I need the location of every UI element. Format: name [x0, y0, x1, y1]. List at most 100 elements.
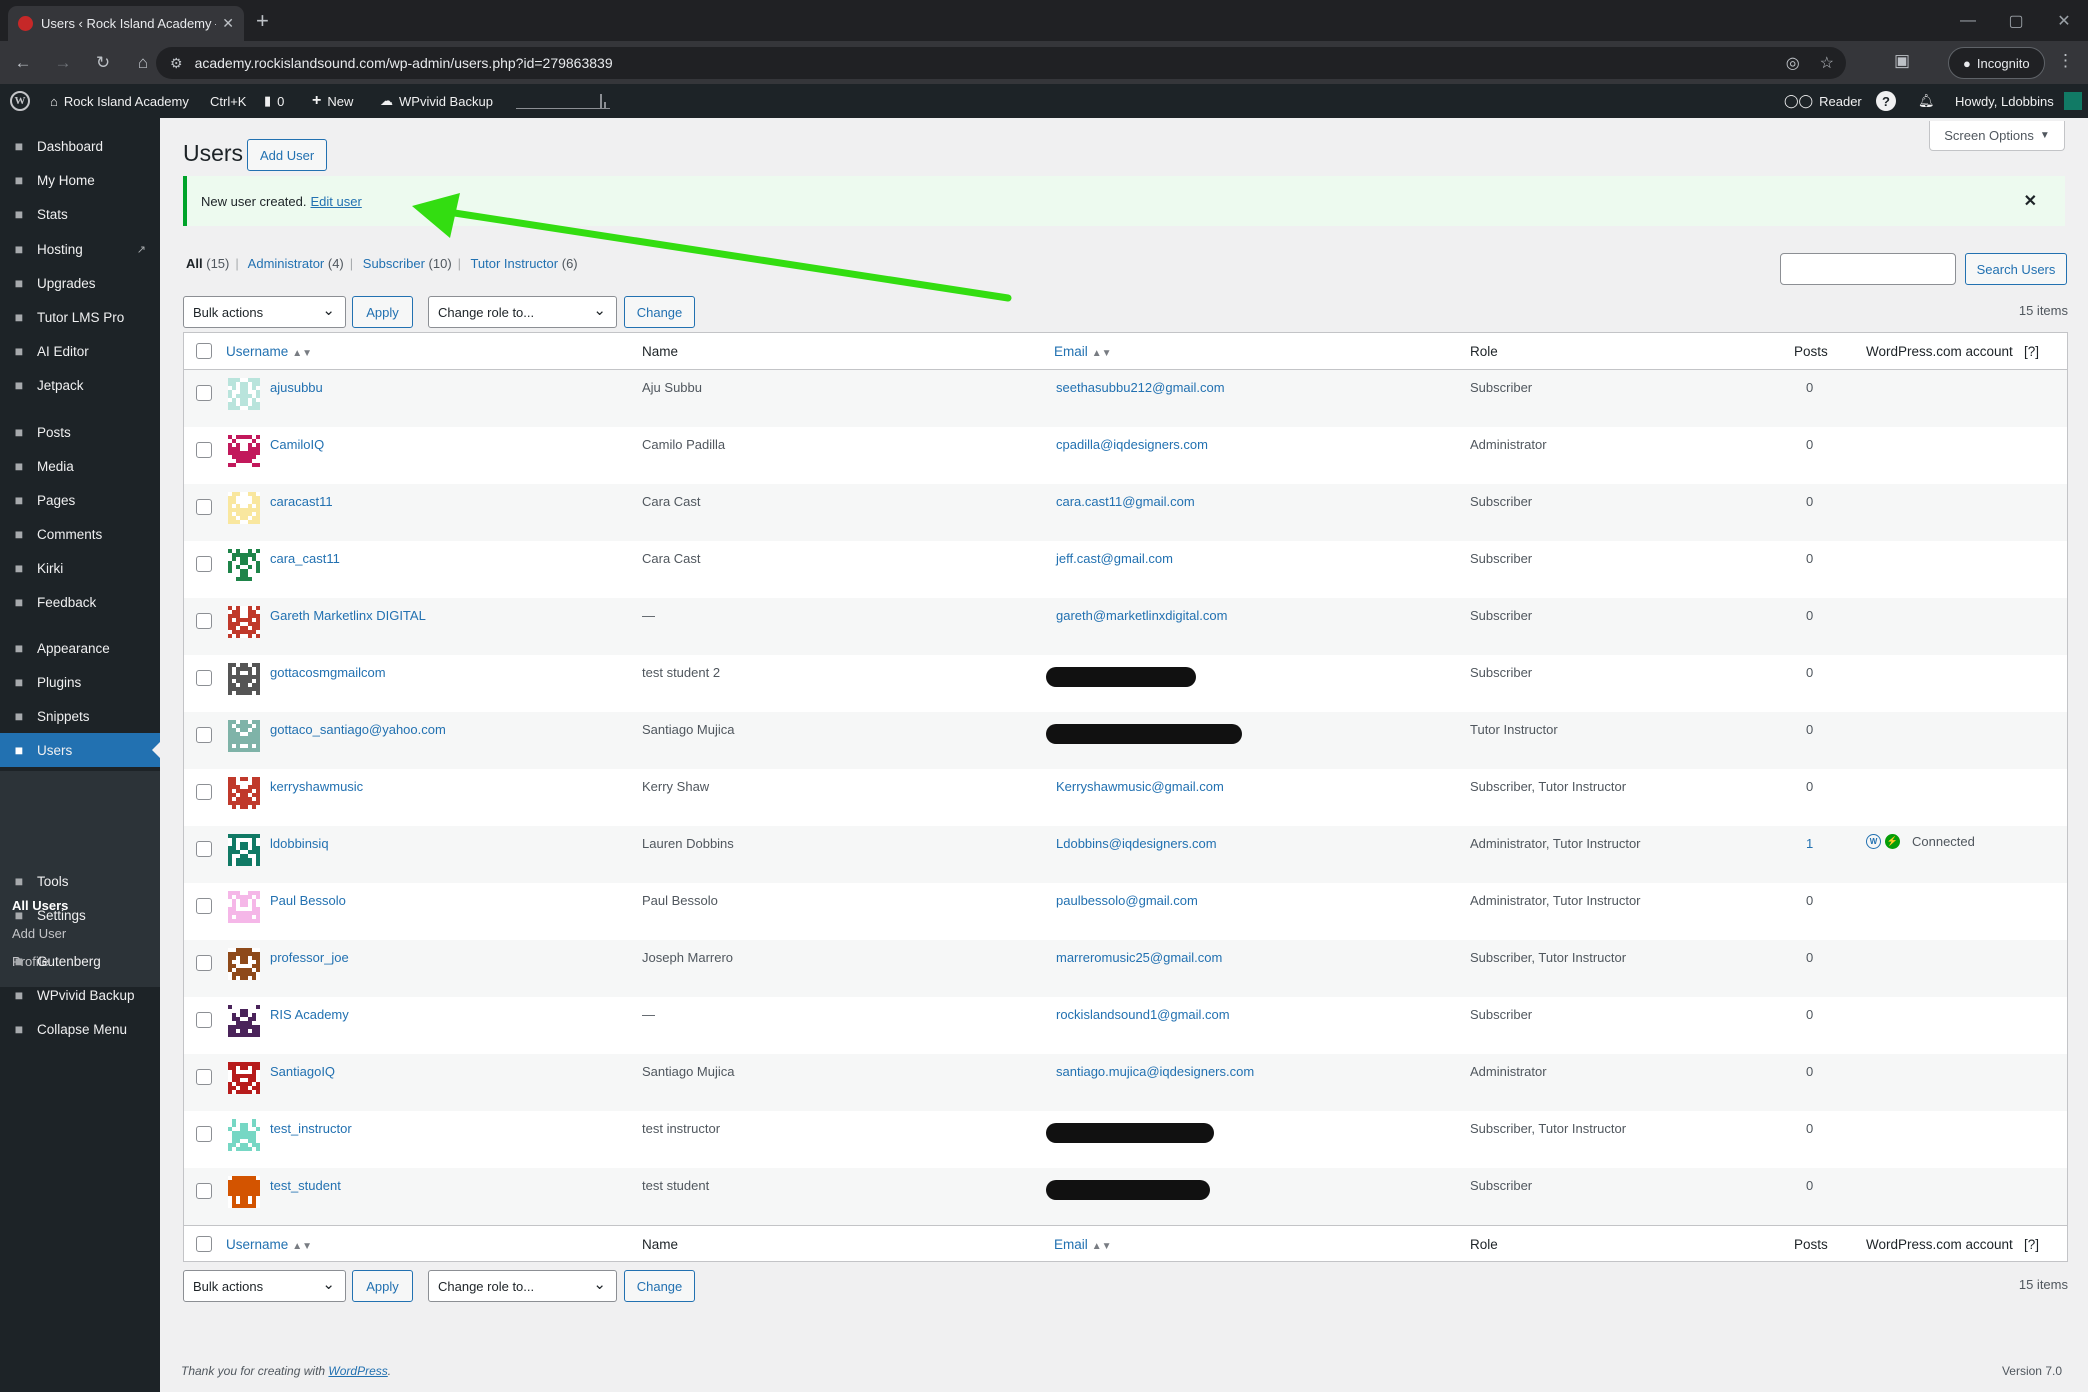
sidebar-item-gutenberg[interactable]: ■ Gutenberg: [0, 944, 160, 978]
sidebar-item-comments[interactable]: ■ Comments: [0, 517, 160, 551]
email-link[interactable]: marreromusic25@gmail.com: [1056, 950, 1222, 965]
row-checkbox[interactable]: [196, 1069, 212, 1085]
sidebar-item-posts[interactable]: ■ Posts: [0, 415, 160, 449]
sidebar-item-tutor-lms-pro[interactable]: ■ Tutor LMS Pro: [0, 300, 160, 334]
reader-menu[interactable]: ◯◯ Reader: [1784, 84, 1862, 118]
maximize-icon[interactable]: ▢: [1992, 11, 2040, 31]
row-checkbox[interactable]: [196, 898, 212, 914]
sidebar-item-ai-editor[interactable]: ■ AI Editor: [0, 334, 160, 368]
home-icon[interactable]: ⌂: [126, 53, 160, 73]
sidebar-item-dashboard[interactable]: ■ Dashboard: [0, 129, 160, 163]
url-field[interactable]: ⚙ academy.rockislandsound.com/wp-admin/u…: [156, 47, 1846, 79]
filter-subscriber[interactable]: Subscriber: [363, 256, 425, 271]
email-link[interactable]: Kerryshawmusic@gmail.com: [1056, 779, 1224, 794]
sidebar-item-stats[interactable]: ■ Stats: [0, 197, 160, 231]
stats-sparkline[interactable]: [516, 84, 610, 118]
username-link[interactable]: RIS Academy: [270, 1007, 349, 1022]
sidebar-item-settings[interactable]: ■ Settings: [0, 898, 160, 932]
sidebar-item-wpvivid-backup[interactable]: ■ WPvivid Backup: [0, 978, 160, 1012]
email-link[interactable]: jeff.cast@gmail.com: [1056, 551, 1173, 566]
email-link[interactable]: santiago.mujica@iqdesigners.com: [1056, 1064, 1254, 1079]
bookmark-star-icon[interactable]: ☆: [1820, 53, 1834, 73]
close-window-icon[interactable]: ✕: [2040, 11, 2088, 31]
browser-menu-icon[interactable]: ⋮: [2057, 51, 2074, 71]
sidebar-item-snippets[interactable]: ■ Snippets: [0, 699, 160, 733]
email-link[interactable]: seethasubbu212@gmail.com: [1056, 380, 1225, 395]
row-checkbox[interactable]: [196, 1012, 212, 1028]
change-role-select-bottom[interactable]: Change role to...: [428, 1270, 617, 1302]
email-link[interactable]: rockislandsound1@gmail.com: [1056, 1007, 1230, 1022]
column-email-bottom[interactable]: Email ▲▼: [1054, 1237, 1112, 1252]
row-checkbox[interactable]: [196, 1126, 212, 1142]
wp-logo-menu[interactable]: W: [10, 84, 30, 118]
filter-administrator[interactable]: Administrator: [248, 256, 325, 271]
username-link[interactable]: gottaco_santiago@yahoo.com: [270, 722, 446, 737]
row-checkbox[interactable]: [196, 1183, 212, 1199]
username-link[interactable]: CamiloIQ: [270, 437, 324, 452]
username-link[interactable]: caracast11: [270, 494, 333, 509]
username-link[interactable]: test_student: [270, 1178, 341, 1193]
email-link[interactable]: paulbessolo@gmail.com: [1056, 893, 1198, 908]
my-account-menu[interactable]: Howdy, Ldobbins: [1955, 84, 2082, 118]
filter-tutor-instructor[interactable]: Tutor Instructor: [470, 256, 558, 271]
back-icon[interactable]: ←: [6, 53, 40, 73]
sidebar-item-pages[interactable]: ■ Pages: [0, 483, 160, 517]
dismiss-notice-icon[interactable]: ✕: [2024, 191, 2037, 211]
sidebar-item-tools[interactable]: ■ Tools: [0, 864, 160, 898]
username-link[interactable]: SantiagoIQ: [270, 1064, 335, 1079]
apply-button-bottom[interactable]: Apply: [352, 1270, 413, 1302]
username-link[interactable]: test_instructor: [270, 1121, 352, 1136]
row-checkbox[interactable]: [196, 670, 212, 686]
filter-all[interactable]: All: [186, 256, 203, 271]
apply-button-top[interactable]: Apply: [352, 296, 413, 328]
column-email[interactable]: Email ▲▼: [1054, 344, 1112, 359]
username-link[interactable]: ldobbinsiq: [270, 836, 329, 851]
site-name-menu[interactable]: ⌂ Rock Island Academy: [50, 84, 189, 118]
email-link[interactable]: gareth@marketlinxdigital.com: [1056, 608, 1227, 623]
username-link[interactable]: Gareth Marketlinx DIGITAL: [270, 608, 426, 623]
reload-icon[interactable]: ↻: [86, 53, 120, 73]
sidebar-item-hosting[interactable]: ■ Hosting ↗: [0, 232, 160, 266]
select-all-checkbox[interactable]: [196, 343, 212, 359]
row-checkbox[interactable]: [196, 385, 212, 401]
sidebar-item-plugins[interactable]: ■ Plugins: [0, 665, 160, 699]
row-checkbox[interactable]: [196, 613, 212, 629]
notifications-menu[interactable]: 🔔︎: [1918, 84, 1935, 118]
select-all-checkbox-bottom[interactable]: [196, 1236, 212, 1252]
sidebar-item-media[interactable]: ■ Media: [0, 449, 160, 483]
bulk-actions-select-bottom[interactable]: Bulk actions: [183, 1270, 346, 1302]
help-menu[interactable]: ?: [1876, 84, 1896, 118]
wordpress-link[interactable]: WordPress: [328, 1364, 387, 1378]
change-button-top[interactable]: Change: [624, 296, 695, 328]
forward-icon[interactable]: →: [46, 53, 80, 73]
browser-tab[interactable]: Users ‹ Rock Island Academy — ✕: [8, 6, 244, 41]
incognito-badge[interactable]: ● Incognito: [1948, 47, 2045, 79]
new-content-menu[interactable]: + New: [312, 84, 353, 118]
row-checkbox[interactable]: [196, 841, 212, 857]
wpvivid-backup-menu[interactable]: ☁ WPvivid Backup: [380, 84, 493, 118]
new-tab-icon[interactable]: +: [256, 8, 269, 34]
change-role-select-top[interactable]: Change role to...: [428, 296, 617, 328]
close-tab-icon[interactable]: ✕: [222, 15, 234, 32]
username-link[interactable]: ajusubbu: [270, 380, 323, 395]
username-link[interactable]: Paul Bessolo: [270, 893, 346, 908]
post-count[interactable]: 1: [1806, 836, 1813, 851]
row-checkbox[interactable]: [196, 556, 212, 572]
username-link[interactable]: kerryshawmusic: [270, 779, 363, 794]
column-username-bottom[interactable]: Username ▲▼: [226, 1237, 312, 1252]
row-checkbox[interactable]: [196, 727, 212, 743]
search-users-button[interactable]: Search Users: [1965, 253, 2067, 285]
sidebar-item-feedback[interactable]: ■ Feedback: [0, 585, 160, 619]
username-link[interactable]: gottacosmgmailcom: [270, 665, 386, 680]
row-checkbox[interactable]: [196, 499, 212, 515]
sidebar-item-jetpack[interactable]: ■ Jetpack: [0, 368, 160, 402]
sidebar-item-users[interactable]: ■ Users: [0, 733, 160, 767]
column-help-link[interactable]: [?]: [2024, 344, 2039, 359]
minimize-icon[interactable]: —: [1944, 12, 1992, 30]
screen-options-button[interactable]: Screen Options ▼: [1929, 121, 2065, 151]
sidebar-item-upgrades[interactable]: ■ Upgrades: [0, 266, 160, 300]
column-help-link-bottom[interactable]: [?]: [2024, 1237, 2039, 1252]
site-info-icon[interactable]: ⚙: [170, 55, 183, 72]
add-user-button[interactable]: Add User: [247, 139, 328, 171]
row-checkbox[interactable]: [196, 442, 212, 458]
